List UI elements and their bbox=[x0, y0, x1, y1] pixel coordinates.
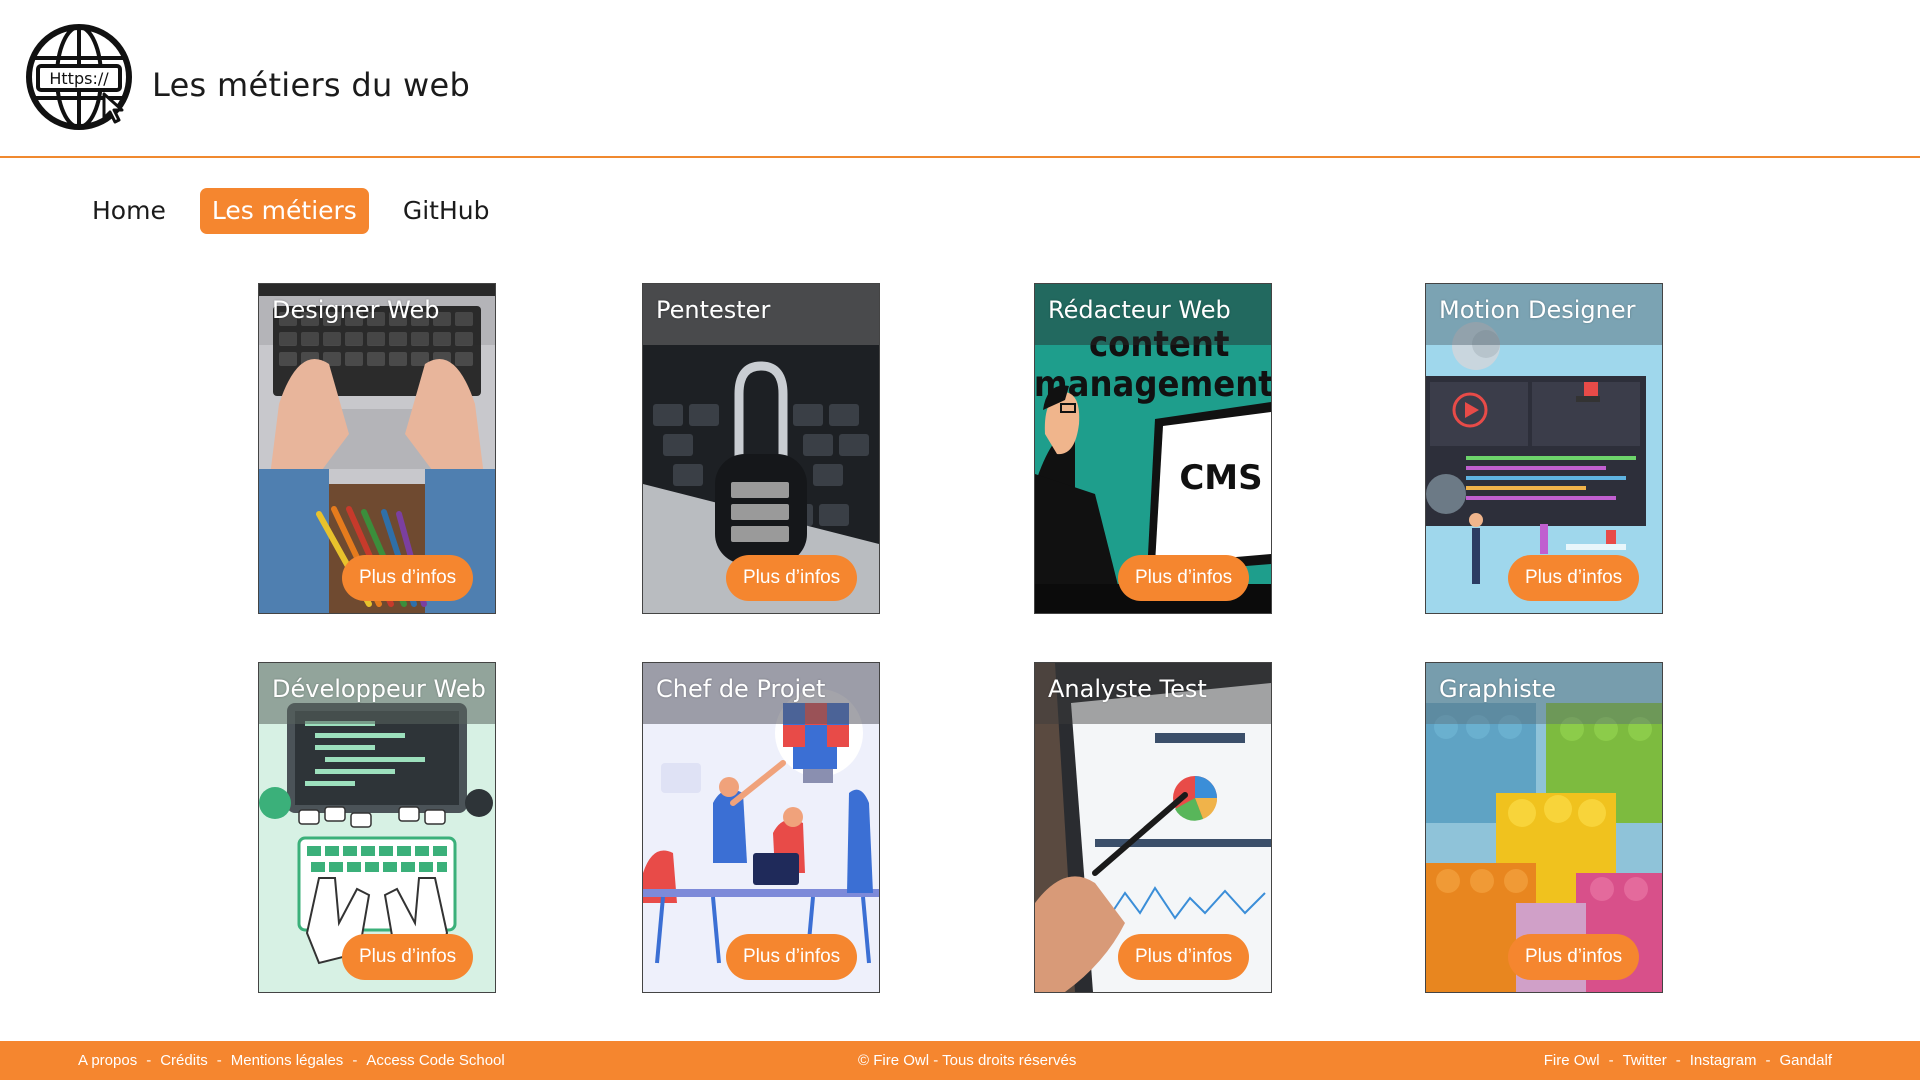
job-card[interactable]: Graphiste Plus d’infos bbox=[1425, 662, 1663, 993]
job-card-title: Motion Designer bbox=[1439, 296, 1636, 324]
site-title: Les métiers du web bbox=[152, 66, 471, 104]
footer-copyright: © Fire Owl - Tous droits réservés bbox=[858, 1052, 1077, 1069]
job-card-title: Pentester bbox=[656, 296, 771, 324]
more-info-button[interactable]: Plus d’infos bbox=[1508, 555, 1640, 601]
more-info-button[interactable]: Plus d’infos bbox=[1508, 934, 1640, 980]
job-card-title: Graphiste bbox=[1439, 675, 1556, 703]
job-card-title: Chef de Projet bbox=[656, 675, 826, 703]
more-info-button[interactable]: Plus d’infos bbox=[726, 555, 858, 601]
footer-left-links: A propos - Crédits - Mentions légales - … bbox=[78, 1052, 505, 1069]
job-card[interactable]: content management CMS Rédacteur Web Plu… bbox=[1034, 283, 1272, 614]
more-info-button[interactable]: Plus d’infos bbox=[342, 555, 474, 601]
job-card[interactable]: Designer Web Plus d’infos bbox=[258, 283, 496, 614]
footer-link-twitter[interactable]: Twitter bbox=[1623, 1052, 1667, 1069]
nav-item-home[interactable]: Home bbox=[80, 188, 178, 234]
nav-item-github[interactable]: GitHub bbox=[391, 188, 502, 234]
more-info-button[interactable]: Plus d’infos bbox=[1118, 934, 1250, 980]
footer-separator: - bbox=[216, 1052, 222, 1069]
logo-text: Https:// bbox=[49, 69, 109, 88]
footer-separator: - bbox=[1608, 1052, 1614, 1069]
job-card[interactable]: Pentester Plus d’infos bbox=[642, 283, 880, 614]
job-card[interactable]: Développeur Web Plus d’infos bbox=[258, 662, 496, 993]
more-info-button[interactable]: Plus d’infos bbox=[342, 934, 474, 980]
footer-link-mentions-legales[interactable]: Mentions légales bbox=[231, 1052, 344, 1069]
job-card-title: Analyste Test bbox=[1048, 675, 1207, 703]
footer-link-fire-owl[interactable]: Fire Owl bbox=[1544, 1052, 1600, 1069]
footer-link-gandalf[interactable]: Gandalf bbox=[1779, 1052, 1832, 1069]
footer-right-links: Fire Owl - Twitter - Instagram - Gandalf bbox=[1544, 1052, 1832, 1069]
nav-item-les-metiers[interactable]: Les métiers bbox=[199, 188, 369, 234]
main-nav: Home Les métiers GitHub bbox=[80, 188, 501, 234]
more-info-button[interactable]: Plus d’infos bbox=[726, 934, 858, 980]
site-header: Https:// Les métiers du web bbox=[0, 0, 1920, 158]
job-card[interactable]: Chef de Projet Plus d’infos bbox=[642, 662, 880, 993]
job-card[interactable]: Analyste Test Plus d’infos bbox=[1034, 662, 1272, 993]
footer-link-access-code-school[interactable]: Access Code School bbox=[366, 1052, 504, 1069]
art-text-cms: CMS bbox=[1179, 458, 1262, 498]
footer-link-instagram[interactable]: Instagram bbox=[1690, 1052, 1757, 1069]
job-card-title: Développeur Web bbox=[272, 675, 486, 703]
footer-separator: - bbox=[1765, 1052, 1771, 1069]
footer-separator: - bbox=[1675, 1052, 1681, 1069]
more-info-button[interactable]: Plus d’infos bbox=[1118, 555, 1250, 601]
site-footer: A propos - Crédits - Mentions légales - … bbox=[0, 1041, 1920, 1080]
job-card[interactable]: Motion Designer Plus d’infos bbox=[1425, 283, 1663, 614]
footer-separator: - bbox=[352, 1052, 358, 1069]
job-card-title: Rédacteur Web bbox=[1048, 296, 1231, 324]
footer-link-a-propos[interactable]: A propos bbox=[78, 1052, 137, 1069]
job-card-title: Designer Web bbox=[272, 296, 440, 324]
footer-separator: - bbox=[146, 1052, 152, 1069]
footer-link-credits[interactable]: Crédits bbox=[160, 1052, 208, 1069]
globe-cursor-logo-icon[interactable]: Https:// bbox=[24, 22, 138, 130]
